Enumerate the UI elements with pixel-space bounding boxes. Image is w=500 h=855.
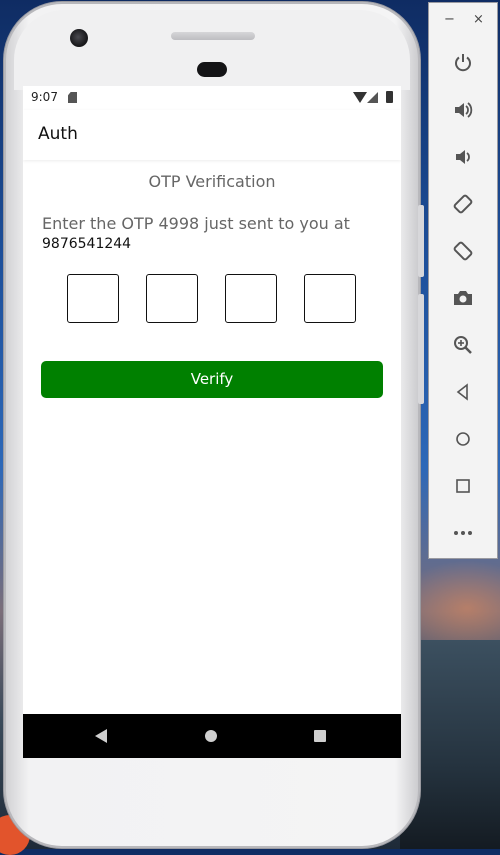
- rotate-right-icon[interactable]: [449, 237, 477, 265]
- front-camera-icon: [70, 29, 88, 47]
- battery-icon: [386, 91, 393, 103]
- otp-digit-1-input[interactable]: [67, 274, 119, 323]
- device-screen: 9:07 Auth OTP Verification Enter the OTP…: [23, 86, 401, 758]
- status-bar: 9:07: [23, 86, 401, 110]
- otp-heading: OTP Verification: [148, 172, 276, 191]
- zoom-icon[interactable]: [449, 331, 477, 359]
- volume-down-icon[interactable]: [449, 143, 477, 171]
- more-icon[interactable]: [449, 519, 477, 547]
- home-icon[interactable]: [449, 425, 477, 453]
- overview-icon[interactable]: [449, 472, 477, 500]
- rotate-left-icon[interactable]: [449, 190, 477, 218]
- phone-top-bezel: [14, 10, 410, 90]
- nav-recents-icon[interactable]: [314, 730, 326, 742]
- back-icon[interactable]: [449, 378, 477, 406]
- sd-card-icon: [68, 92, 77, 103]
- app-title: Auth: [38, 124, 78, 144]
- cell-signal-icon: [367, 92, 378, 103]
- app-bar: Auth: [23, 110, 401, 160]
- volume-up-icon[interactable]: [449, 96, 477, 124]
- volume-side-button[interactable]: [418, 294, 424, 404]
- otp-digit-2-input[interactable]: [146, 274, 198, 323]
- verify-button[interactable]: Verify: [41, 361, 383, 398]
- power-side-button[interactable]: [418, 205, 424, 277]
- nav-back-icon[interactable]: [95, 729, 107, 743]
- camera-icon[interactable]: [449, 284, 477, 312]
- power-icon[interactable]: [449, 49, 477, 77]
- proximity-sensor: [197, 62, 227, 77]
- emulator-toolbar: − ×: [428, 2, 498, 559]
- phone-number: 9876541244: [42, 236, 132, 252]
- earpiece-speaker: [171, 32, 255, 40]
- otp-instruction: Enter the OTP 4998 just sent to you at: [42, 214, 350, 233]
- otp-digit-4-input[interactable]: [304, 274, 356, 323]
- status-time: 9:07: [31, 90, 58, 104]
- wifi-icon: [353, 92, 367, 103]
- otp-digit-3-input[interactable]: [225, 274, 277, 323]
- android-nav-bar: [23, 714, 401, 758]
- nav-home-icon[interactable]: [205, 730, 217, 742]
- minimize-button[interactable]: −: [444, 12, 455, 27]
- close-button[interactable]: ×: [473, 12, 484, 27]
